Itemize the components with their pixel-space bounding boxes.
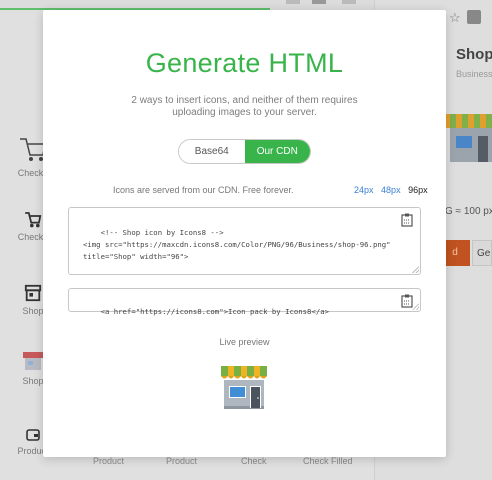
list-item-label: Shop [22, 306, 44, 316]
shop-preview-icon [446, 114, 492, 162]
resize-handle[interactable] [412, 303, 419, 310]
size-options: 24px 48px 96px [349, 185, 428, 195]
generate-html-modal: Generate HTML 2 ways to insert icons, an… [43, 10, 446, 457]
grid-item-label: Product [93, 456, 125, 466]
modal-subtitle: 2 ways to insert icons, and neither of t… [131, 95, 358, 118]
grid-item-label: Product [166, 456, 198, 466]
list-item-label: Shop [22, 376, 44, 386]
live-preview-label: Live preview [219, 337, 270, 347]
size-indicator: G ≈ 100 px [445, 206, 492, 217]
shopping-cart-icon [25, 212, 42, 228]
modal-title: Generate HTML [145, 48, 344, 78]
embed-mode-toggle: Base64 Our CDN [178, 139, 311, 164]
panel-title: Shop [456, 46, 492, 63]
panel-category[interactable]: Business [456, 69, 492, 79]
grid-view-icon[interactable] [286, 0, 300, 4]
star-icon[interactable]: ☆ [449, 10, 461, 26]
shop-icon [23, 352, 43, 370]
grid-item-label: Check Filled [303, 456, 353, 466]
shop-icon [24, 284, 42, 302]
html-code-text: <!-- Shop icon by Icons8 --> <img src="h… [83, 228, 391, 261]
link-code-text: <a href="https://icons8.com">Icon pack b… [100, 307, 330, 316]
grid-item-label: Check [241, 456, 267, 466]
size-option-96[interactable]: 96px [408, 185, 428, 195]
size-option-48[interactable]: 48px [381, 185, 401, 195]
clipboard-icon[interactable] [401, 213, 413, 227]
cdn-info-text: Icons are served from our CDN. Free fore… [113, 185, 294, 195]
tab-base64[interactable]: Base64 [179, 140, 245, 163]
generate-button[interactable]: Ge [472, 240, 492, 266]
wallet-icon [26, 429, 40, 441]
menu-icon[interactable] [342, 0, 356, 4]
tab-our-cdn[interactable]: Our CDN [244, 140, 310, 163]
size-option-24[interactable]: 24px [354, 185, 374, 195]
shop-icon [221, 366, 267, 409]
resize-handle[interactable] [412, 266, 419, 273]
list-view-icon[interactable] [312, 0, 326, 4]
settings-icon[interactable] [467, 10, 481, 24]
link-code-textarea[interactable]: <a href="https://icons8.com">Icon pack b… [68, 288, 421, 316]
html-code-textarea[interactable]: <!-- Shop icon by Icons8 --> <img src="h… [68, 207, 421, 275]
